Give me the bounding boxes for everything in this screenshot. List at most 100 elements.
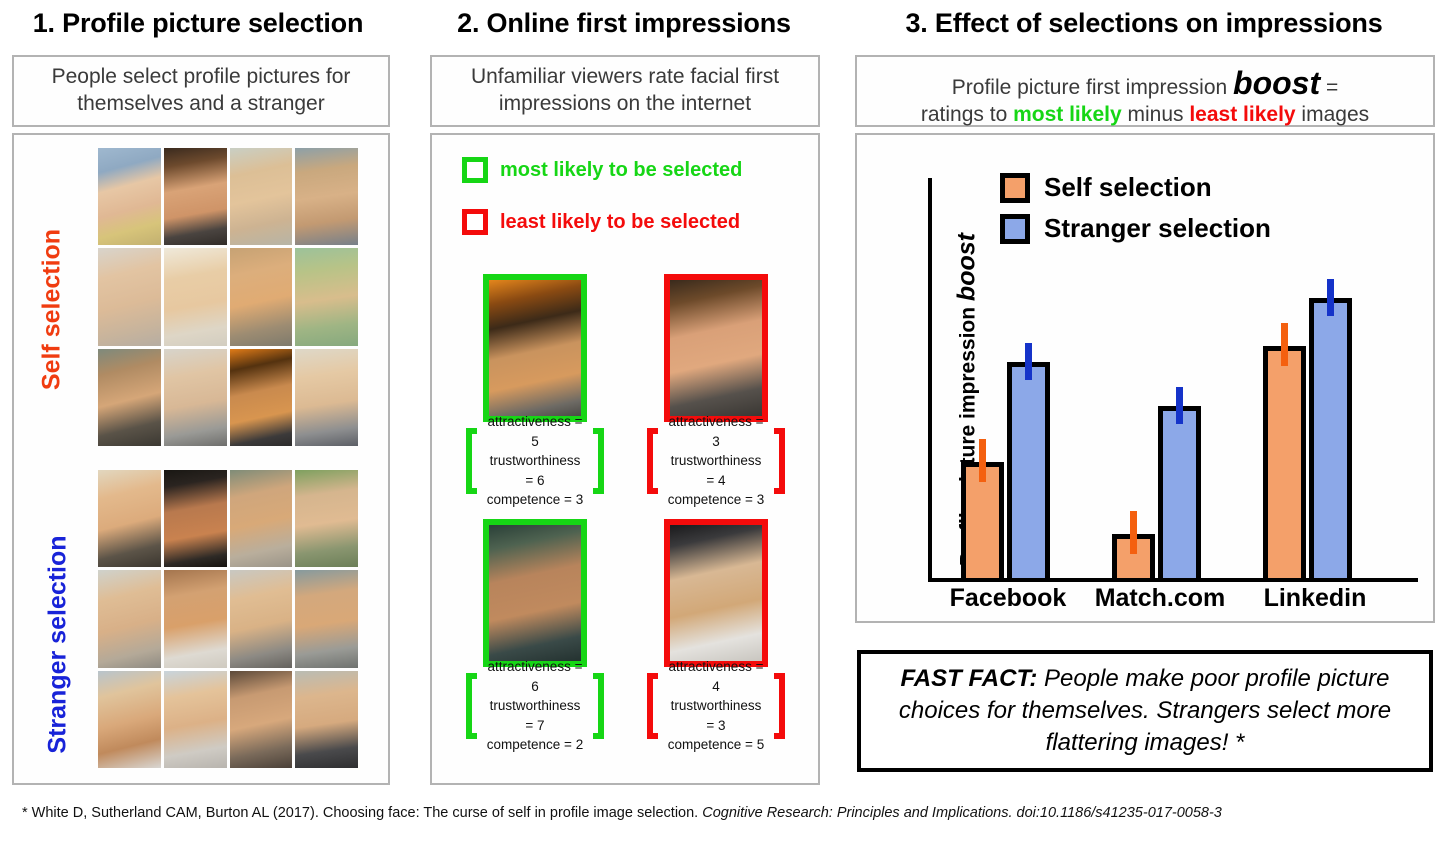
bar-linkedin-self[interactable] — [1263, 346, 1306, 578]
ratings-lines: attractiveness = 3 trustworthiness = 4 c… — [664, 414, 768, 507]
fast-fact-box: FAST FACT: People make poor profile pict… — [857, 650, 1433, 772]
face-photo — [163, 148, 227, 246]
face-photo — [98, 148, 161, 246]
photo-cell-highlight-most-likely[interactable] — [163, 470, 227, 568]
panel-3-caption-line-1: Profile picture first impression boost = — [865, 64, 1425, 102]
ratings-most-likely-2: attractiveness = 6 trustworthiness = 7 c… — [466, 659, 604, 752]
bracket-left-icon — [466, 428, 477, 494]
photo-cell[interactable] — [295, 248, 358, 346]
error-bar-facebook-self — [979, 439, 986, 482]
photo-cell[interactable] — [98, 570, 161, 668]
photo-cell[interactable] — [98, 148, 161, 246]
most-likely-emphasis: most likely — [1013, 103, 1122, 127]
bracket-right-icon — [593, 428, 604, 494]
bracket-left-icon — [466, 673, 477, 739]
face-photo — [163, 570, 227, 668]
photo-cell[interactable] — [295, 670, 358, 768]
legend-label-stranger: Stranger selection — [1044, 213, 1271, 243]
legend-swatch-stranger-icon — [1000, 213, 1030, 244]
face-photo — [163, 670, 227, 768]
key-least-likely: least likely to be selected — [462, 209, 740, 235]
competence-value: competence = 3 — [667, 492, 765, 508]
photo-cell[interactable] — [98, 348, 161, 446]
face-photo-frame — [483, 274, 587, 422]
error-bar-linkedin-stranger — [1327, 279, 1334, 316]
citation-footnote: * White D, Sutherland CAM, Burton AL (20… — [22, 805, 1222, 821]
face-photo — [670, 280, 762, 416]
citation-text: * White D, Sutherland CAM, Burton AL (20… — [22, 805, 703, 821]
photo-cell[interactable] — [229, 570, 293, 668]
photo-cell[interactable] — [163, 248, 227, 346]
group-label-stranger-selection: Stranger selection — [43, 535, 72, 754]
photo-cell[interactable] — [295, 148, 358, 246]
panel-3-caption-line-2: ratings to most likely minus least likel… — [865, 102, 1425, 128]
face-photo — [229, 570, 293, 668]
ratings-lines: attractiveness = 6 trustworthiness = 7 c… — [483, 659, 587, 752]
bracket-left-icon — [647, 428, 658, 494]
key-most-likely-label: most likely to be selected — [500, 158, 743, 181]
example-face-most-likely-2[interactable] — [483, 519, 587, 667]
panel-2-caption: Unfamiliar viewers rate facial first imp… — [430, 55, 820, 127]
photo-cell[interactable] — [98, 470, 161, 568]
face-photo — [98, 570, 161, 668]
face-photo — [295, 348, 358, 446]
attractiveness-value: attractiveness = 3 — [668, 414, 764, 449]
error-bar-linkedin-self — [1281, 323, 1288, 366]
face-photo — [295, 248, 358, 346]
photo-cell[interactable] — [163, 348, 227, 446]
face-photo — [295, 570, 358, 668]
panel-2-heading: 2. Online first impressions — [457, 8, 791, 38]
photo-cell[interactable] — [295, 348, 358, 446]
face-photo — [163, 470, 227, 568]
ratings-least-likely-1: attractiveness = 3 trustworthiness = 4 c… — [647, 414, 785, 507]
boost-emphasis: boost — [1233, 65, 1321, 101]
self-selection-photo-grid — [98, 148, 358, 446]
photo-cell-highlight-least-likely[interactable] — [163, 148, 227, 246]
photo-cell[interactable] — [295, 570, 358, 668]
competence-value: competence = 2 — [486, 737, 584, 753]
face-photo — [229, 248, 293, 346]
attractiveness-value: attractiveness = 5 — [487, 414, 583, 449]
example-face-least-likely-1[interactable] — [664, 274, 768, 422]
face-photo-frame — [664, 274, 768, 422]
fast-fact-label: FAST FACT: — [900, 665, 1038, 693]
example-face-least-likely-2[interactable] — [664, 519, 768, 667]
chart-y-axis-line — [928, 178, 932, 578]
face-photo-frame — [483, 519, 587, 667]
photo-cell-highlight-most-likely[interactable] — [229, 348, 293, 446]
competence-value: competence = 3 — [486, 492, 584, 508]
photo-cell-highlight-least-likely[interactable] — [98, 670, 161, 768]
face-photo-frame — [664, 519, 768, 667]
legend-label-self: Self selection — [1044, 172, 1212, 202]
trustworthiness-value: trustworthiness = 7 — [489, 698, 581, 733]
trustworthiness-value: trustworthiness = 3 — [670, 698, 762, 733]
photo-cell[interactable] — [229, 470, 293, 568]
photo-cell[interactable] — [229, 248, 293, 346]
bracket-left-icon — [647, 673, 658, 739]
panel-3-caption: Profile picture first impression boost =… — [855, 55, 1435, 127]
photo-cell[interactable] — [98, 248, 161, 346]
bar-matchcom-stranger[interactable] — [1158, 406, 1201, 578]
example-face-most-likely-1[interactable] — [483, 274, 587, 422]
photo-cell[interactable] — [229, 670, 293, 768]
photo-cell[interactable] — [295, 470, 358, 568]
legend-item-self-selection: Self selection — [1000, 172, 1271, 203]
bracket-right-icon — [774, 673, 785, 739]
bar-facebook-stranger[interactable] — [1007, 362, 1050, 578]
bracket-right-icon — [593, 673, 604, 739]
face-photo — [670, 525, 762, 661]
citation-journal: Cognitive Research: Principles and Impli… — [702, 805, 1222, 821]
fast-fact-text-wrap: FAST FACT: People make poor profile pict… — [875, 663, 1415, 758]
chart-x-tick-facebook: Facebook — [949, 584, 1067, 612]
legend-item-stranger-selection: Stranger selection — [1000, 213, 1271, 244]
face-photo — [163, 248, 227, 346]
face-photo — [489, 280, 581, 416]
photo-cell[interactable] — [163, 670, 227, 768]
bar-linkedin-stranger[interactable] — [1309, 298, 1352, 578]
photo-cell[interactable] — [163, 570, 227, 668]
red-box-icon — [462, 209, 488, 235]
attractiveness-value: attractiveness = 6 — [487, 659, 583, 694]
face-photo — [98, 348, 161, 446]
photo-cell[interactable] — [229, 148, 293, 246]
face-photo — [229, 470, 293, 568]
